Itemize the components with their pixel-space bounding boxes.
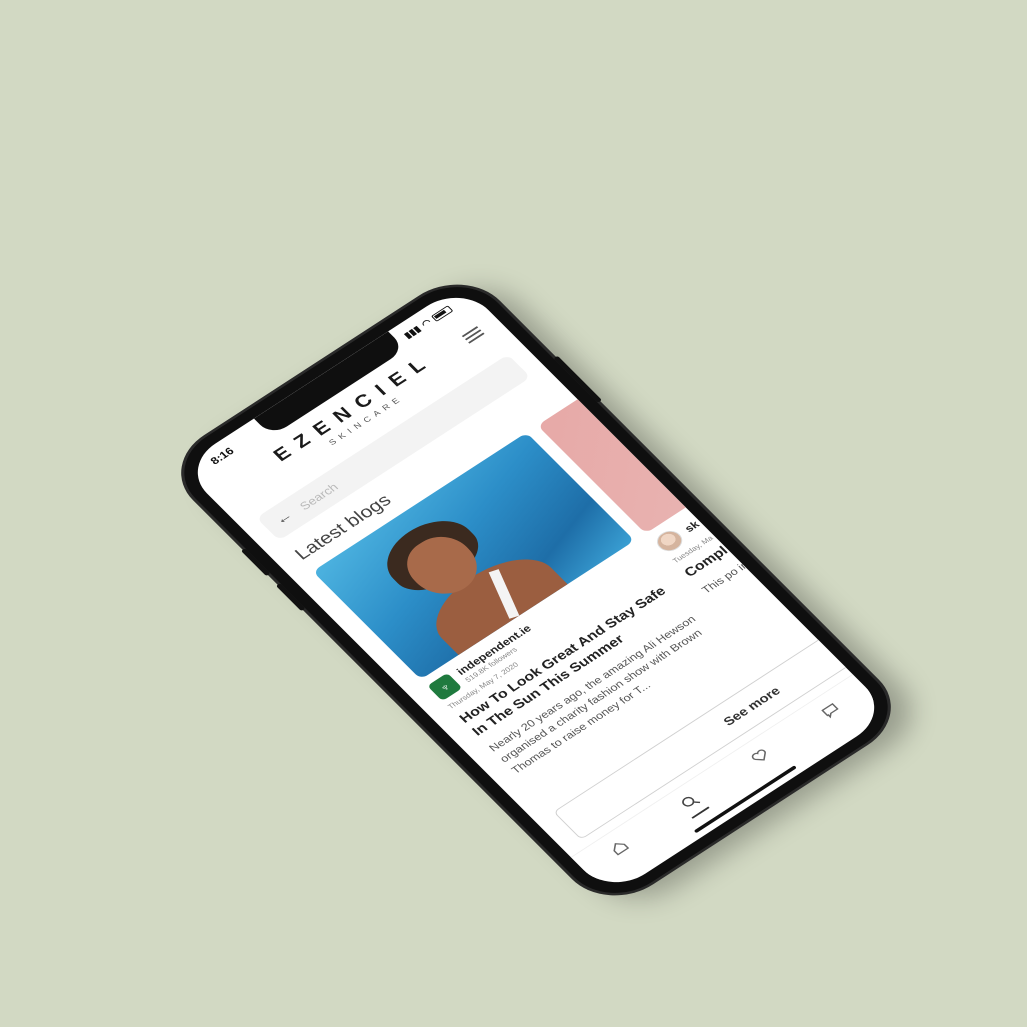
source-name[interactable]: sk [682, 518, 702, 534]
post-excerpt: This po ingredi non-co [698, 522, 808, 596]
blog-card[interactable]: ♆ independent.ie 519.8K followers Thursd… [312, 432, 733, 777]
signal-icon: ▮▮▮ [402, 324, 423, 341]
home-icon [613, 842, 629, 856]
wifi-icon: ◠ [419, 317, 434, 330]
tab-favorites[interactable] [730, 732, 789, 779]
status-time: 8:16 [207, 444, 237, 467]
mockup-stage: 8:16 ▮▮▮ ◠ EZENCIEL SKINCARE ← Search La… [0, 0, 1027, 1027]
blog-meta: sk [651, 401, 881, 556]
hand-photo [640, 377, 780, 460]
heart-icon [751, 749, 766, 761]
post-date: Tuesday, Ma [670, 534, 715, 565]
back-arrow-icon[interactable]: ← [272, 508, 297, 528]
chat-icon [820, 702, 839, 719]
phone-frame: 8:16 ▮▮▮ ◠ EZENCIEL SKINCARE ← Search La… [162, 269, 910, 911]
tab-home[interactable] [589, 824, 648, 871]
tab-chat[interactable] [801, 686, 860, 733]
battery-icon [430, 304, 454, 322]
tab-search[interactable] [660, 778, 719, 825]
post-title[interactable]: Compl Ingred [681, 430, 892, 581]
search-icon [681, 796, 700, 807]
